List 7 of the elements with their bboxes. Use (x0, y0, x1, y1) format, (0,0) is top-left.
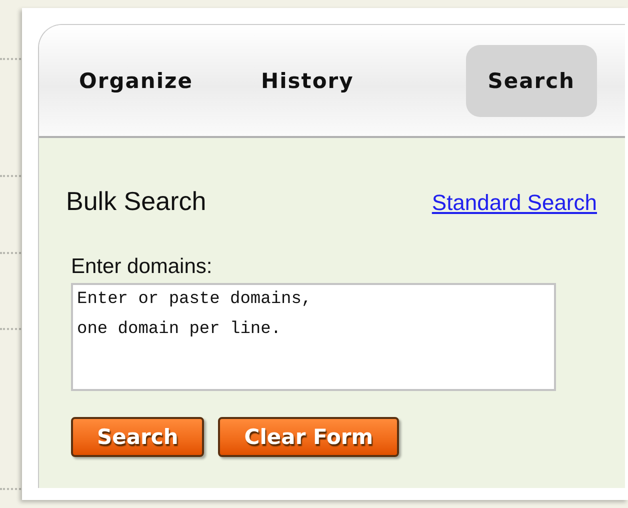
tab[interactable]: History (239, 44, 376, 116)
field-label: Enter domains: (71, 255, 214, 279)
tab[interactable]: Organize (75, 44, 216, 116)
domains-field[interactable]: Enter or paste domains, one domain per line. (71, 283, 556, 391)
tab[interactable]: Search (466, 44, 597, 116)
section-title: Bulk Search (66, 186, 206, 217)
standard-search-link[interactable]: Standard Search (432, 190, 597, 216)
